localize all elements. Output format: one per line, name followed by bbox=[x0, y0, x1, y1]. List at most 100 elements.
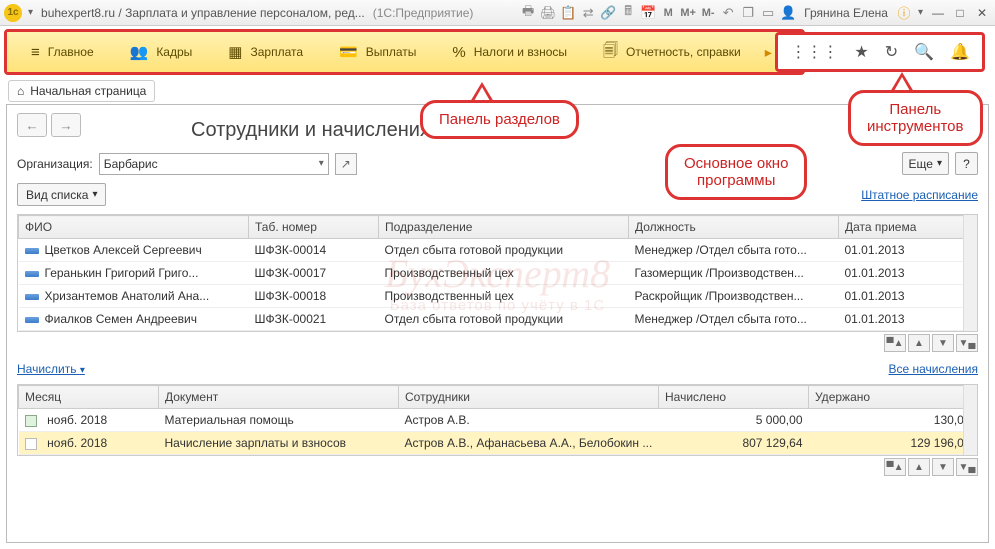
cell-withheld: 130,00 bbox=[809, 409, 977, 432]
scroll-top-button[interactable]: ▀▲ bbox=[884, 334, 906, 352]
section-Отчетность, справки[interactable]: 🗐Отчетность, справки bbox=[585, 32, 759, 72]
col-header[interactable]: Сотрудники bbox=[399, 386, 659, 409]
compare-icon[interactable]: ⇄ bbox=[580, 5, 596, 21]
cell-withheld: 129 196,00 bbox=[809, 432, 977, 455]
ref-icon[interactable]: ▭ bbox=[760, 5, 776, 21]
col-header[interactable]: Документ bbox=[159, 386, 399, 409]
tools-panel: ⋮⋮⋮ ★ ↻ 🔍 🔔 bbox=[775, 32, 985, 72]
info-icon[interactable]: ⓘ bbox=[896, 5, 912, 21]
calc-icon[interactable]: 🖩 bbox=[620, 5, 636, 21]
section-Кадры[interactable]: 👥Кадры bbox=[112, 32, 211, 72]
minimize-button[interactable]: — bbox=[929, 6, 947, 20]
row-status-icon bbox=[25, 271, 39, 277]
search-icon[interactable]: 🔍 bbox=[914, 42, 934, 62]
cell-dep: Отдел сбыта готовой продукции bbox=[379, 239, 629, 262]
cell-dep: Производственный цех bbox=[379, 285, 629, 308]
col-header[interactable]: Таб. номер bbox=[249, 216, 379, 239]
callout-tools: Панель инструментов bbox=[848, 90, 983, 146]
cell-accrued: 807 129,64 bbox=[659, 432, 809, 455]
scrollbar-v[interactable] bbox=[963, 385, 977, 455]
callout-tail-icon bbox=[470, 82, 494, 102]
section-icon: 🗐 bbox=[603, 40, 618, 65]
org-label: Организация: bbox=[17, 157, 93, 171]
table-row[interactable]: нояб. 2018Начисление зарплаты и взносовА… bbox=[19, 432, 977, 455]
cell-fio: Геранькин Григорий Григо... bbox=[19, 262, 249, 285]
table-row[interactable]: Хризантемов Анатолий Ана...ШФЗК-00018Про… bbox=[19, 285, 977, 308]
col-header[interactable]: Подразделение bbox=[379, 216, 629, 239]
org-select[interactable]: Барбарис ▾ bbox=[99, 153, 329, 175]
accruals-table[interactable]: МесяцДокументСотрудникиНачисленоУдержано… bbox=[18, 385, 977, 455]
section-Главное[interactable]: ≡Главное bbox=[13, 32, 112, 72]
cell-pos: Раскройщик /Производствен... bbox=[629, 285, 839, 308]
home-tab[interactable]: ⌂ Начальная страница bbox=[8, 80, 155, 102]
view-mode-button[interactable]: Вид списка ▾ bbox=[17, 183, 106, 206]
section-Выплаты[interactable]: 💳Выплаты bbox=[321, 32, 434, 72]
table-row[interactable]: Фиалков Семен АндреевичШФЗК-00021Отдел с… bbox=[19, 308, 977, 331]
cell-dep: Производственный цех bbox=[379, 262, 629, 285]
scroll-up-button[interactable]: ▲ bbox=[908, 458, 930, 476]
section-icon: 💳 bbox=[339, 43, 358, 61]
link-icon[interactable]: 🔗 bbox=[600, 5, 616, 21]
cell-tab: ШФЗК-00017 bbox=[249, 262, 379, 285]
scrollbar-v[interactable] bbox=[963, 215, 977, 331]
scroll-bottom-button[interactable]: ▼▄ bbox=[956, 334, 978, 352]
dropdown-icon: ▾ bbox=[319, 158, 324, 169]
table-row[interactable]: Геранькин Григорий Григо...ШФЗК-00017Про… bbox=[19, 262, 977, 285]
col-header[interactable]: Должность bbox=[629, 216, 839, 239]
scroll-up-button[interactable]: ▲ bbox=[908, 334, 930, 352]
m-minus-button[interactable]: M- bbox=[700, 5, 716, 21]
cell-tab: ШФЗК-00014 bbox=[249, 239, 379, 262]
col-header[interactable]: Дата приема↓ bbox=[839, 216, 977, 239]
help-button[interactable]: ? bbox=[955, 152, 978, 175]
window-title: buhexpert8.ru / Зарплата и управление пе… bbox=[41, 6, 365, 20]
m-button[interactable]: M bbox=[660, 5, 676, 21]
grid-icon[interactable]: ⋮⋮⋮ bbox=[790, 42, 838, 62]
maximize-button[interactable]: □ bbox=[951, 6, 969, 20]
calculate-link[interactable]: Начислить ▾ bbox=[17, 362, 85, 376]
history-icon[interactable]: ↻ bbox=[885, 42, 898, 62]
view-label: Вид списка bbox=[26, 188, 88, 202]
user-name[interactable]: Грянина Елена bbox=[804, 6, 888, 20]
print-icon[interactable]: 🖶 bbox=[520, 5, 536, 21]
cell-tab: ШФЗК-00021 bbox=[249, 308, 379, 331]
callout-sections: Панель разделов bbox=[420, 100, 579, 139]
col-header[interactable]: Удержано bbox=[809, 386, 977, 409]
app-menu-dropdown-icon[interactable]: ▾ bbox=[26, 7, 35, 18]
staffing-link[interactable]: Штатное расписание bbox=[861, 188, 978, 202]
table-row[interactable]: нояб. 2018Материальная помощьАстров А.В.… bbox=[19, 409, 977, 432]
section-icon: ▦ bbox=[228, 43, 242, 61]
all-calcs-link[interactable]: Все начисления bbox=[888, 362, 978, 376]
info-dropdown-icon[interactable]: ▾ bbox=[916, 7, 925, 18]
m-plus-button[interactable]: M+ bbox=[680, 5, 696, 21]
org-value: Барбарис bbox=[104, 157, 158, 171]
col-header[interactable]: ФИО bbox=[19, 216, 249, 239]
nav-back-button[interactable]: ← bbox=[17, 113, 47, 137]
star-icon[interactable]: ★ bbox=[854, 42, 868, 62]
section-Зарплата[interactable]: ▦Зарплата bbox=[210, 32, 321, 72]
calendar-icon[interactable]: 📅 bbox=[640, 5, 656, 21]
scroll-bottom-button[interactable]: ▼▄ bbox=[956, 458, 978, 476]
scroll-down-button[interactable]: ▼ bbox=[932, 334, 954, 352]
windows-icon[interactable]: ❐ bbox=[740, 5, 756, 21]
bell-icon[interactable]: 🔔 bbox=[950, 42, 970, 62]
section-Налоги и взносы[interactable]: %Налоги и взносы bbox=[434, 32, 585, 72]
col-header[interactable]: Месяц bbox=[19, 386, 159, 409]
scroll-top-button[interactable]: ▀▲ bbox=[884, 458, 906, 476]
more-button[interactable]: Еще ▾ bbox=[902, 152, 949, 175]
clipboard-icon[interactable]: 📋 bbox=[560, 5, 576, 21]
col-header[interactable]: Начислено bbox=[659, 386, 809, 409]
nav-fwd-button[interactable]: → bbox=[51, 113, 81, 137]
row-status-icon bbox=[25, 294, 39, 300]
table-row[interactable]: Цветков Алексей СергеевичШФЗК-00014Отдел… bbox=[19, 239, 977, 262]
print2-icon[interactable]: 🖨 bbox=[540, 5, 556, 21]
back-icon[interactable]: ↶ bbox=[720, 5, 736, 21]
org-open-button[interactable]: ↗ bbox=[335, 153, 357, 175]
callout-mainwindow: Основное окно программы bbox=[665, 144, 807, 200]
cell-fio: Хризантемов Анатолий Ана... bbox=[19, 285, 249, 308]
close-button[interactable]: ✕ bbox=[973, 6, 991, 20]
employees-table[interactable]: ФИОТаб. номерПодразделениеДолжностьДата … bbox=[18, 215, 977, 331]
scroll-down-button[interactable]: ▼ bbox=[932, 458, 954, 476]
cell-doc: Материальная помощь bbox=[159, 409, 399, 432]
doc-posted-icon bbox=[25, 415, 37, 427]
cell-emp: Астров А.В. bbox=[399, 409, 659, 432]
